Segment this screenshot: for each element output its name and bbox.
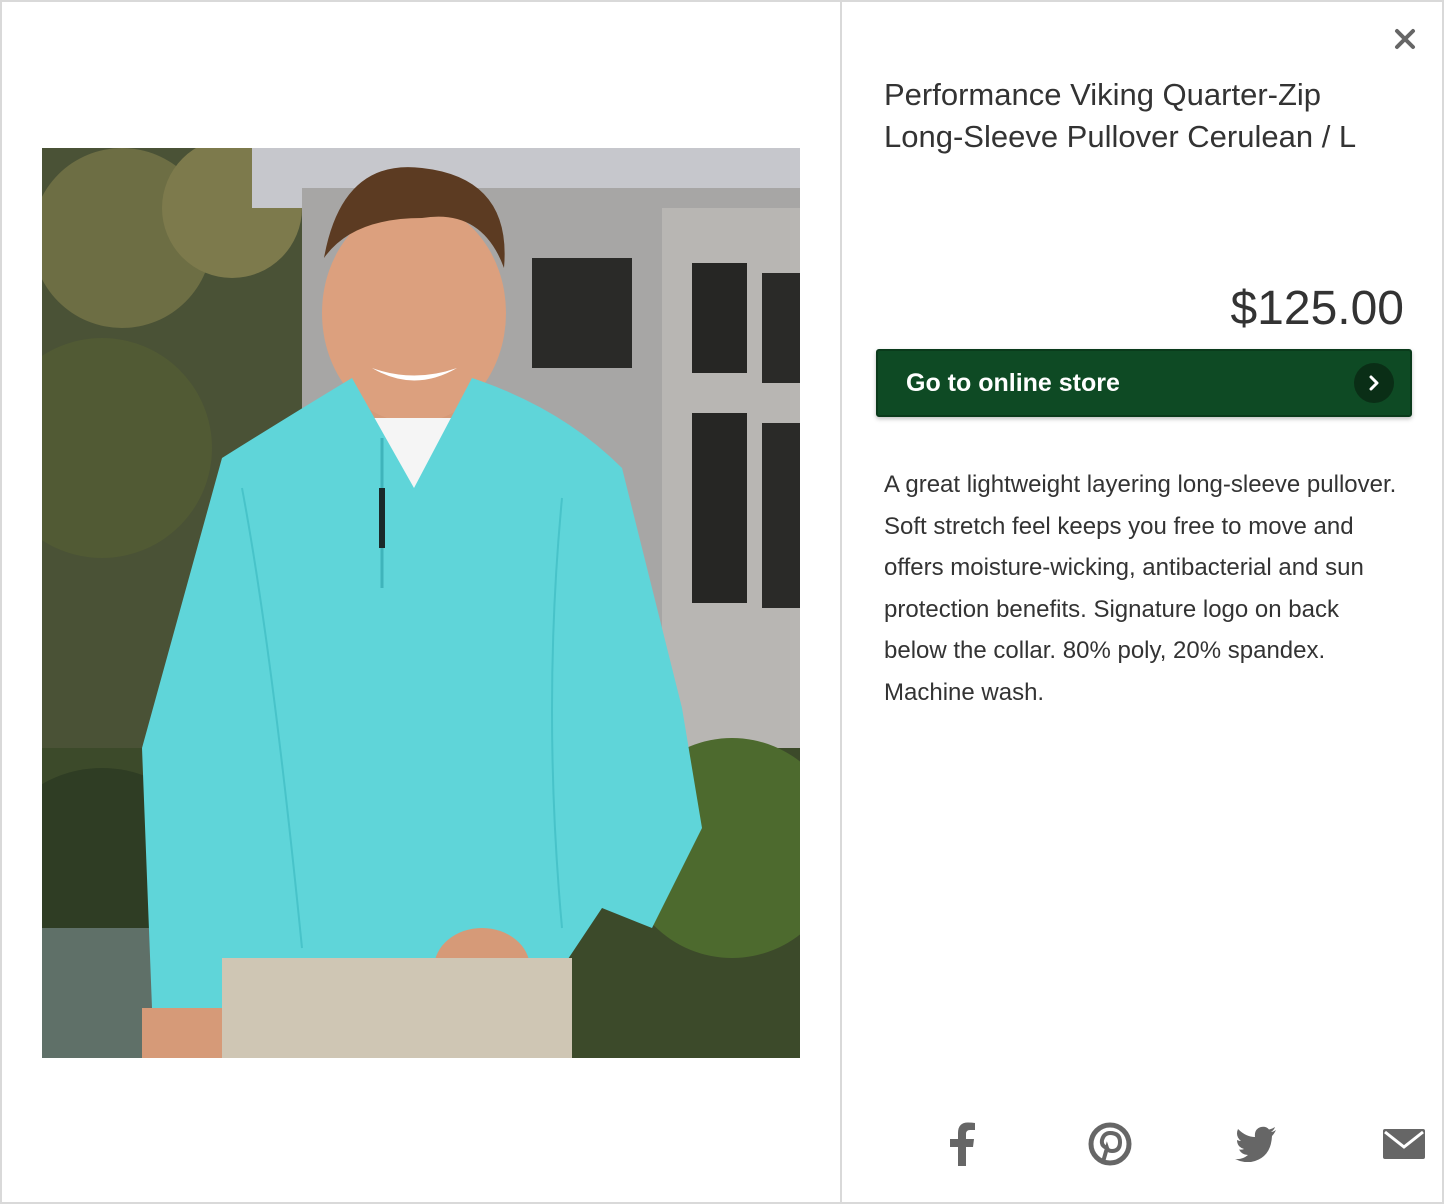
close-button[interactable] xyxy=(1390,24,1420,54)
store-button-label: Go to online store xyxy=(906,368,1120,397)
image-pane xyxy=(2,2,842,1202)
product-description: A great lightweight layering long-sleeve… xyxy=(884,471,1397,706)
product-price: $125.00 xyxy=(1230,282,1404,335)
twitter-icon[interactable] xyxy=(1226,1114,1286,1174)
facebook-icon[interactable] xyxy=(932,1114,992,1174)
details-pane: Performance Viking Quarter-Zip Long-Slee… xyxy=(844,2,1444,1202)
email-icon[interactable] xyxy=(1374,1114,1434,1174)
go-to-online-store-button[interactable]: Go to online store xyxy=(876,349,1412,417)
share-bar xyxy=(884,1114,1425,1174)
product-image xyxy=(42,148,800,1058)
product-quick-view-modal: Performance Viking Quarter-Zip Long-Slee… xyxy=(0,0,1444,1204)
product-title: Performance Viking Quarter-Zip Long-Slee… xyxy=(884,77,1357,154)
pinterest-icon[interactable] xyxy=(1080,1114,1140,1174)
close-icon xyxy=(1395,29,1415,49)
chevron-right-icon xyxy=(1354,363,1394,403)
